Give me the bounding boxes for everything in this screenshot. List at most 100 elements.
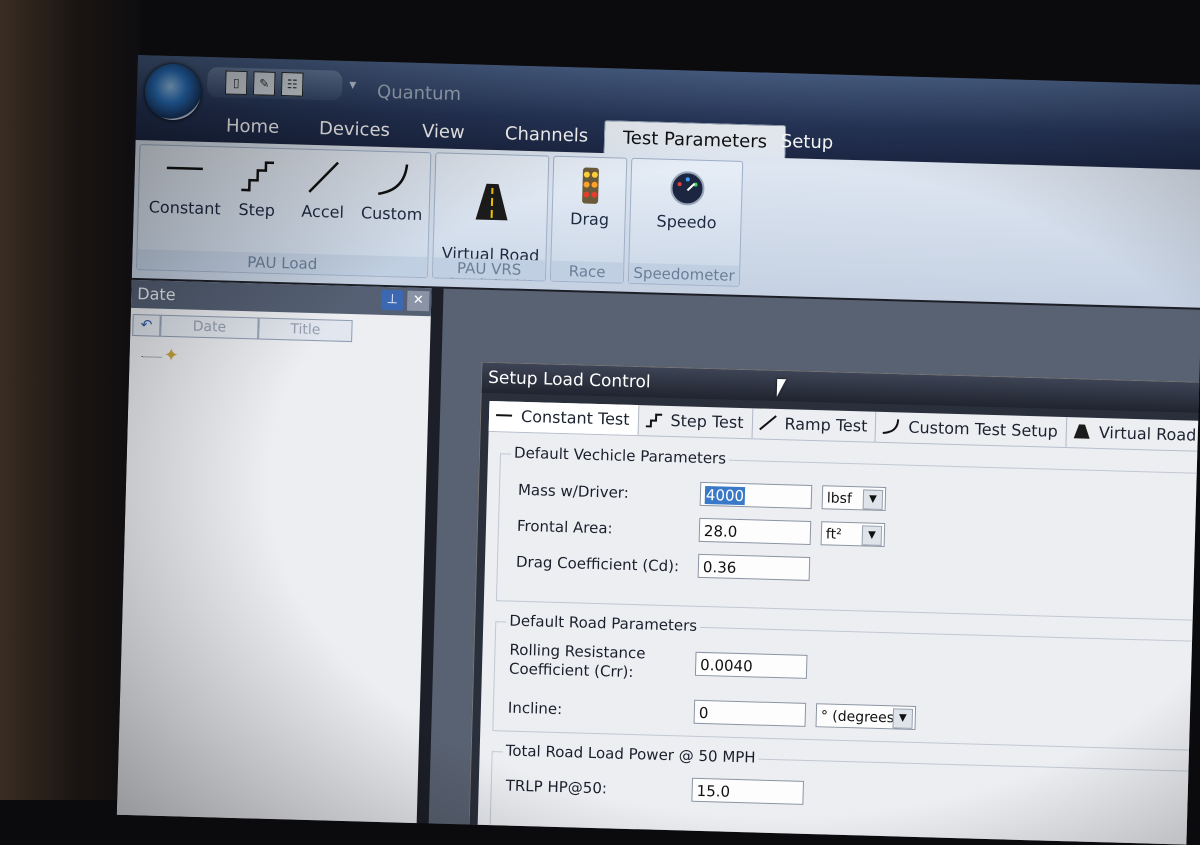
setup-load-control-dialog: Setup Load Control Constant Test Step Te…: [468, 362, 1200, 845]
road-icon: [471, 181, 512, 222]
group-pau-load: Constant Step Accel Custom PAU Load: [136, 144, 431, 278]
tree-connector: [142, 356, 162, 358]
speedo-label: Speedo: [656, 212, 716, 233]
tab-step-test-label: Step Test: [670, 411, 744, 432]
step-icon: [644, 411, 662, 427]
vehicle-parameters-group: Default Vechicle Parameters Mass w/Drive…: [496, 453, 1200, 620]
tab-virtual-road[interactable]: Virtual Road S: [1066, 417, 1200, 451]
constant-label: Constant: [148, 197, 220, 218]
tab-constant-test-label: Constant Test: [521, 407, 630, 429]
chevron-down-icon[interactable]: ▾: [349, 77, 356, 93]
tab-custom-test-setup-label: Custom Test Setup: [908, 418, 1058, 441]
tab-view[interactable]: View: [422, 121, 465, 143]
step-icon: [237, 156, 278, 197]
road-load-power-group: Total Road Load Power @ 50 MPH TRLP HP@5…: [489, 751, 1191, 844]
chevron-down-icon: ▼: [892, 708, 913, 729]
drag-coefficient-label: Drag Coefficient (Cd):: [516, 553, 680, 576]
column-header-date[interactable]: Date: [160, 315, 259, 340]
tab-home[interactable]: Home: [226, 115, 280, 137]
app-title: Quantum: [377, 82, 462, 105]
column-header-title[interactable]: Title: [258, 317, 353, 342]
tab-ramp-test-label: Ramp Test: [784, 414, 867, 435]
drag-tree-icon: [578, 165, 603, 206]
incline-label: Incline:: [508, 699, 563, 719]
edit-icon[interactable]: ✎: [253, 71, 276, 96]
accel-button[interactable]: Accel: [292, 157, 354, 222]
road-parameters-group: Default Road Parameters Rolling Resistan…: [492, 621, 1195, 751]
tab-channels[interactable]: Channels: [505, 123, 589, 146]
trlp-label: TRLP HP@50:: [505, 777, 607, 798]
tree-node-icon[interactable]: ✦: [163, 345, 179, 366]
incline-unit-value: ° (degrees): [821, 708, 900, 726]
mass-label: Mass w/Driver:: [518, 481, 629, 502]
frontal-area-unit-value: ft²: [826, 526, 842, 542]
speedometer-icon: [667, 168, 708, 209]
mouse-cursor-icon: [777, 379, 786, 397]
custom-button[interactable]: Custom: [358, 159, 426, 224]
incline-unit-select[interactable]: ° (degrees)▼: [815, 703, 916, 730]
drag-coefficient-input[interactable]: 0.36: [698, 554, 811, 581]
group-label-pau-load: PAU Load: [137, 249, 427, 277]
drag-label: Drag: [570, 209, 609, 229]
constant-icon: [495, 407, 513, 423]
mass-value: 4000: [705, 486, 746, 505]
incline-input[interactable]: 0: [694, 700, 807, 727]
side-panel: Date ⊥ ✕ ↶ Date Title ✦: [117, 280, 432, 828]
drag-button[interactable]: Drag: [556, 165, 624, 230]
new-document-icon[interactable]: ▯: [225, 70, 248, 95]
road-load-power-legend: Total Road Load Power @ 50 MPH: [502, 741, 758, 766]
curve-icon: [882, 418, 900, 434]
group-label-race: Race: [551, 261, 624, 283]
tab-step-test[interactable]: Step Test: [638, 405, 753, 438]
tab-devices[interactable]: Devices: [319, 118, 390, 141]
tab-ramp-test[interactable]: Ramp Test: [752, 408, 877, 441]
rolling-resistance-input[interactable]: 0.0040: [695, 652, 808, 679]
ramp-icon: [303, 158, 344, 199]
dialog-body: Constant Test Step Test Ramp Test Custom…: [477, 401, 1200, 845]
frontal-area-label: Frontal Area:: [517, 517, 613, 538]
undo-icon[interactable]: ↶: [132, 314, 161, 337]
pin-icon[interactable]: ⊥: [381, 290, 404, 311]
ramp-icon: [758, 414, 776, 430]
trlp-input[interactable]: 15.0: [691, 778, 804, 805]
close-icon[interactable]: ✕: [407, 291, 430, 312]
constant-button[interactable]: Constant: [148, 153, 220, 218]
app-window: ▯ ✎ ☷ ▾ Quantum Home Devices View Channe…: [117, 55, 1200, 845]
tab-virtual-road-label: Virtual Road S: [1099, 423, 1200, 445]
quick-access-toolbar: ▯ ✎ ☷: [207, 67, 343, 101]
constant-icon: [164, 154, 205, 195]
group-race: Drag Race: [550, 156, 627, 284]
group-pau-vrs: Virtual Road Simulation PAU VRS: [432, 152, 549, 281]
chevron-down-icon: ▼: [862, 525, 883, 546]
monitor-bezel: [0, 0, 140, 800]
step-label: Step: [238, 200, 275, 220]
tab-constant-test[interactable]: Constant Test: [489, 401, 639, 435]
rolling-resistance-label-2: Coefficient (Crr):: [509, 660, 634, 681]
custom-label: Custom: [361, 203, 423, 224]
accel-label: Accel: [301, 202, 344, 222]
step-button[interactable]: Step: [226, 156, 288, 221]
vehicle-parameters-legend: Default Vechicle Parameters: [511, 444, 730, 468]
speedo-button[interactable]: Speedo: [638, 167, 736, 233]
tab-setup[interactable]: Setup: [781, 131, 834, 153]
road-icon: [1073, 423, 1091, 439]
group-label-pau-vrs: PAU VRS: [433, 257, 546, 280]
ribbon: Constant Step Accel Custom PAU Load Virt…: [132, 140, 1200, 308]
side-panel-title: Date: [137, 284, 176, 304]
side-grid-header: ↶ Date Title: [132, 314, 430, 344]
mass-unit-select[interactable]: lbsf ▼: [822, 485, 887, 511]
frontal-area-input[interactable]: 28.0: [699, 518, 812, 545]
curve-icon: [372, 160, 413, 201]
group-speedometer: Speedo Speedometer: [628, 158, 743, 287]
tab-custom-test-setup[interactable]: Custom Test Setup: [876, 412, 1067, 447]
rolling-resistance-label: Rolling Resistance: [509, 641, 646, 663]
frontal-area-unit-select[interactable]: ft² ▼: [821, 521, 886, 547]
side-panel-header: Date ⊥ ✕: [131, 280, 432, 316]
main-area: Setup Load Control Constant Test Step Te…: [429, 289, 1200, 845]
road-parameters-legend: Default Road Parameters: [506, 612, 700, 635]
properties-icon[interactable]: ☷: [281, 72, 304, 97]
mass-unit-value: lbsf: [827, 490, 852, 507]
mass-input[interactable]: 4000: [700, 482, 813, 509]
group-label-speedometer: Speedometer: [629, 263, 740, 286]
chevron-down-icon: ▼: [863, 489, 884, 510]
